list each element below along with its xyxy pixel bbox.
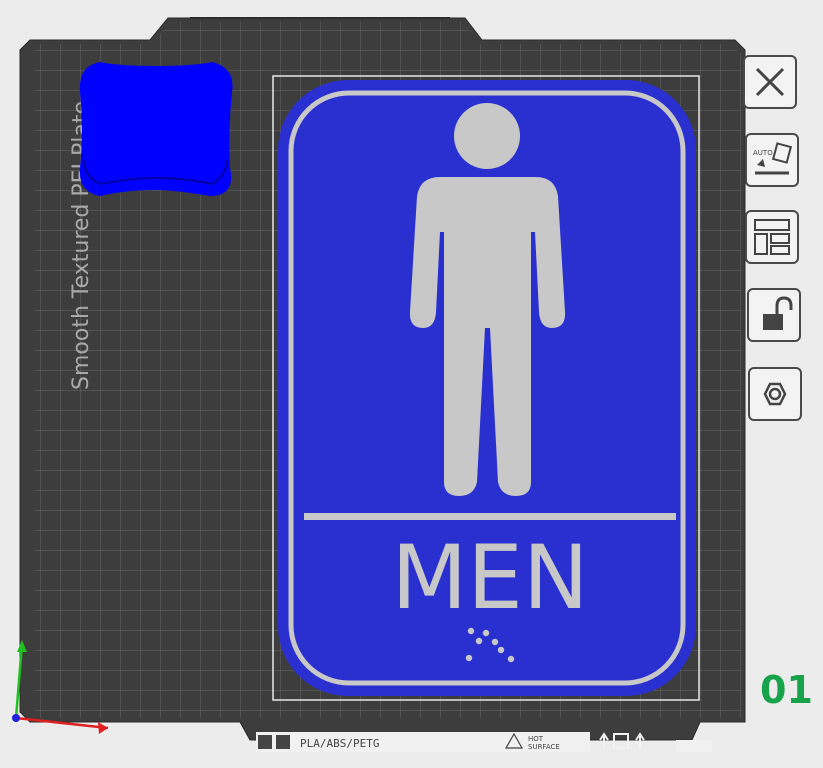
auto-orient-button[interactable]: AUTO [745,133,799,187]
braille-dot [482,629,490,637]
svg-text:AUTO: AUTO [753,149,773,157]
hot-surface-label-1: HOT [528,735,544,743]
unlock-icon [763,296,793,330]
settings-icon [763,382,787,406]
braille-dot [507,655,515,663]
filament-label: PLA/ABS/PETG [300,737,379,750]
plate-number: 01 [760,668,813,712]
braille-dot [465,654,473,662]
sign-divider-line [304,513,676,520]
plate-settings-button[interactable] [748,367,802,421]
braille-dot [475,637,483,645]
arrange-icon [754,219,790,255]
small-object-model[interactable] [79,62,233,196]
close-icon [755,67,785,97]
braille-dot [491,638,499,646]
auto-orient-icon: AUTO [753,142,793,175]
arrange-button[interactable] [745,210,799,264]
lock-plate-button[interactable] [747,288,801,342]
braille-dot [467,627,475,635]
build-plate-scene[interactable]: Smooth Textured PEI Plate MEN PLA/ABS/PE… [0,0,823,768]
close-plate-button[interactable] [743,55,797,109]
sign-model[interactable]: MEN [278,80,696,696]
sign-text: MEN [391,526,588,629]
braille-dot [497,646,505,654]
hot-surface-label-2: SURFACE [528,743,560,751]
